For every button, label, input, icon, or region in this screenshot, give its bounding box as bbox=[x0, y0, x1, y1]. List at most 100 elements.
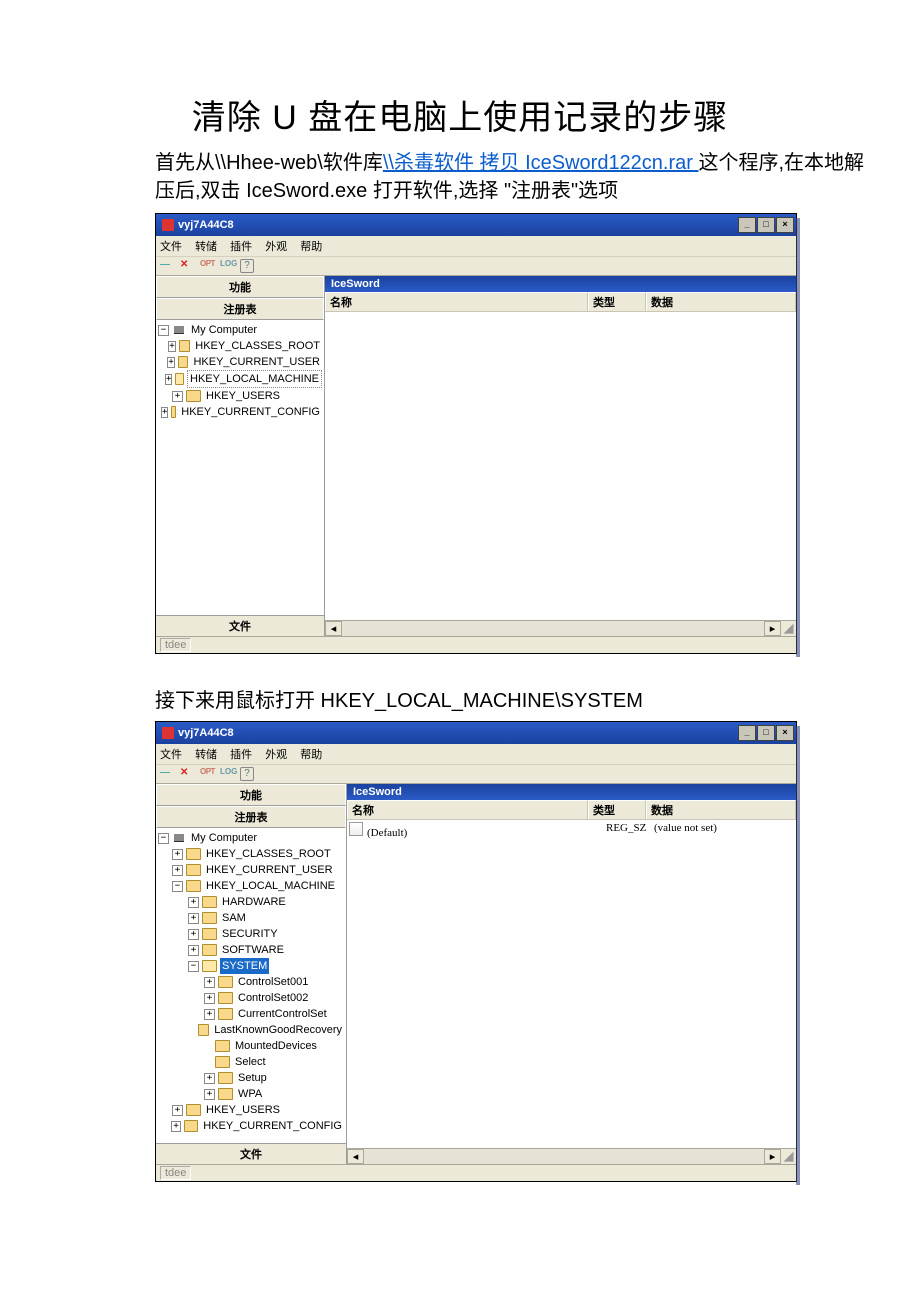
stop-icon[interactable]: ✕ bbox=[180, 767, 194, 781]
expand-icon[interactable]: + bbox=[204, 977, 215, 988]
menu-file[interactable]: 文件 bbox=[160, 241, 182, 253]
opt-icon[interactable]: OPT bbox=[200, 767, 214, 781]
refresh-icon[interactable]: — bbox=[160, 259, 174, 273]
hscrollbar[interactable]: ◂ ▸ ◢ bbox=[347, 1148, 796, 1164]
expand-icon[interactable]: + bbox=[168, 341, 176, 352]
menu-plugin[interactable]: 插件 bbox=[230, 241, 252, 253]
tree-key[interactable]: MountedDevices bbox=[233, 1038, 319, 1054]
col-type[interactable]: 类型 bbox=[588, 292, 646, 311]
menu-help[interactable]: 帮助 bbox=[300, 241, 322, 253]
registry-tree[interactable]: − My Computer + HKEY_CLASSES_ROOT + HKEY_CU… bbox=[156, 828, 346, 1143]
tree-key[interactable]: HKEY_CLASSES_ROOT bbox=[204, 846, 333, 862]
tree-key[interactable]: HKEY_USERS bbox=[204, 1102, 282, 1118]
value-row[interactable]: (Default) REG_SZ (value not set) bbox=[349, 822, 794, 839]
col-data[interactable]: 数据 bbox=[646, 800, 796, 819]
expand-icon[interactable]: + bbox=[161, 407, 168, 418]
tree-key-hklm[interactable]: HKEY_LOCAL_MACHINE bbox=[187, 370, 322, 388]
tree-key-system[interactable]: SYSTEM bbox=[220, 958, 269, 974]
expand-icon[interactable]: + bbox=[167, 357, 175, 368]
hscrollbar[interactable]: ◂ ▸ ◢ bbox=[325, 620, 796, 636]
maximize-button[interactable]: □ bbox=[757, 217, 775, 233]
expand-icon[interactable]: − bbox=[158, 833, 169, 844]
tree-key[interactable]: Setup bbox=[236, 1070, 269, 1086]
func-header[interactable]: 功能 bbox=[156, 784, 346, 806]
registry-header[interactable]: 注册表 bbox=[156, 806, 346, 828]
scroll-right-icon[interactable]: ▸ bbox=[764, 1149, 781, 1164]
tree-key[interactable]: HKEY_CURRENT_CONFIG bbox=[201, 1118, 344, 1134]
expand-icon[interactable]: − bbox=[158, 325, 169, 336]
tree-root[interactable]: My Computer bbox=[189, 830, 259, 846]
resize-grip-icon[interactable]: ◢ bbox=[781, 1149, 796, 1164]
minimize-button[interactable]: _ bbox=[738, 725, 756, 741]
col-data[interactable]: 数据 bbox=[646, 292, 796, 311]
tree-key[interactable]: HKEY_USERS bbox=[204, 388, 282, 404]
menu-dump[interactable]: 转储 bbox=[195, 241, 217, 253]
tree-key[interactable]: LastKnownGoodRecovery bbox=[212, 1022, 344, 1038]
menu-view[interactable]: 外观 bbox=[265, 749, 287, 761]
file-header[interactable]: 文件 bbox=[156, 1143, 346, 1164]
menu-dump[interactable]: 转储 bbox=[195, 749, 217, 761]
tree-key[interactable]: HKEY_CURRENT_USER bbox=[191, 354, 322, 370]
registry-tree[interactable]: − My Computer + HKEY_CLASSES_ROOT + HKEY_CU… bbox=[156, 320, 324, 615]
expand-icon[interactable]: + bbox=[172, 849, 183, 860]
menu-file[interactable]: 文件 bbox=[160, 749, 182, 761]
tree-key[interactable]: SECURITY bbox=[220, 926, 280, 942]
col-name[interactable]: 名称 bbox=[325, 292, 588, 311]
close-button[interactable]: × bbox=[776, 725, 794, 741]
close-button[interactable]: × bbox=[776, 217, 794, 233]
expand-icon[interactable]: + bbox=[188, 945, 199, 956]
tree-key[interactable]: ControlSet001 bbox=[236, 974, 310, 990]
expand-icon[interactable]: − bbox=[172, 881, 183, 892]
download-link[interactable]: \\杀毒软件 拷贝 IceSword122cn.rar bbox=[383, 152, 699, 174]
titlebar[interactable]: vyj7A44C8 _ □ × bbox=[156, 722, 796, 744]
tree-root[interactable]: My Computer bbox=[189, 322, 259, 338]
func-header[interactable]: 功能 bbox=[156, 276, 324, 298]
menu-help[interactable]: 帮助 bbox=[300, 749, 322, 761]
registry-header[interactable]: 注册表 bbox=[156, 298, 324, 320]
minimize-button[interactable]: _ bbox=[738, 217, 756, 233]
log-icon[interactable]: LOG bbox=[220, 767, 234, 781]
tree-key[interactable]: HKEY_CURRENT_USER bbox=[204, 862, 335, 878]
expand-icon[interactable]: + bbox=[171, 1121, 181, 1132]
expand-icon[interactable]: + bbox=[204, 1009, 215, 1020]
scroll-left-icon[interactable]: ◂ bbox=[325, 621, 342, 636]
expand-icon[interactable]: + bbox=[188, 913, 199, 924]
menu-view[interactable]: 外观 bbox=[265, 241, 287, 253]
expand-icon[interactable]: + bbox=[188, 897, 199, 908]
col-name[interactable]: 名称 bbox=[347, 800, 588, 819]
tree-key[interactable]: HKEY_CLASSES_ROOT bbox=[193, 338, 322, 354]
col-type[interactable]: 类型 bbox=[588, 800, 646, 819]
expand-icon[interactable]: + bbox=[172, 391, 183, 402]
scroll-right-icon[interactable]: ▸ bbox=[764, 621, 781, 636]
expand-icon[interactable]: + bbox=[172, 1105, 183, 1116]
tree-key[interactable]: ControlSet002 bbox=[236, 990, 310, 1006]
toolbar: — ✕ OPT LOG ? bbox=[156, 257, 796, 276]
resize-grip-icon[interactable]: ◢ bbox=[781, 621, 796, 636]
tree-key[interactable]: HARDWARE bbox=[220, 894, 288, 910]
help-icon[interactable]: ? bbox=[240, 259, 254, 273]
log-icon[interactable]: LOG bbox=[220, 259, 234, 273]
expand-icon[interactable]: + bbox=[188, 929, 199, 940]
expand-icon[interactable]: + bbox=[165, 374, 172, 385]
maximize-button[interactable]: □ bbox=[757, 725, 775, 741]
expand-icon[interactable]: + bbox=[204, 1089, 215, 1100]
titlebar[interactable]: vyj7A44C8 _ □ × bbox=[156, 214, 796, 236]
opt-icon[interactable]: OPT bbox=[200, 259, 214, 273]
menu-plugin[interactable]: 插件 bbox=[230, 749, 252, 761]
help-icon[interactable]: ? bbox=[240, 767, 254, 781]
file-header[interactable]: 文件 bbox=[156, 615, 324, 636]
expand-icon[interactable]: + bbox=[172, 865, 183, 876]
expand-icon[interactable]: + bbox=[204, 1073, 215, 1084]
tree-key[interactable]: HKEY_CURRENT_CONFIG bbox=[179, 404, 322, 420]
tree-key-hklm[interactable]: HKEY_LOCAL_MACHINE bbox=[204, 878, 337, 894]
expand-icon[interactable]: + bbox=[204, 993, 215, 1004]
tree-key[interactable]: CurrentControlSet bbox=[236, 1006, 329, 1022]
tree-key[interactable]: SOFTWARE bbox=[220, 942, 286, 958]
scroll-left-icon[interactable]: ◂ bbox=[347, 1149, 364, 1164]
tree-key[interactable]: Select bbox=[233, 1054, 268, 1070]
refresh-icon[interactable]: — bbox=[160, 767, 174, 781]
stop-icon[interactable]: ✕ bbox=[180, 259, 194, 273]
tree-key[interactable]: WPA bbox=[236, 1086, 264, 1102]
tree-key[interactable]: SAM bbox=[220, 910, 248, 926]
expand-icon[interactable]: − bbox=[188, 961, 199, 972]
